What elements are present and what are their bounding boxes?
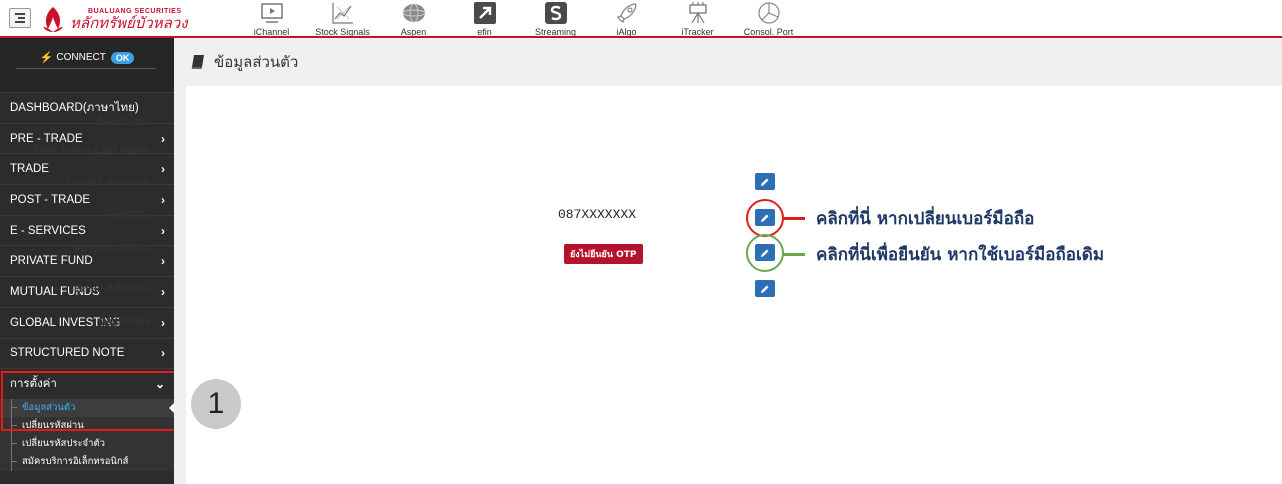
settings-submenu: ข้อมูลส่วนตัว เปลี่ยนรหัสผ่าน เปลี่ยนรหั…: [0, 398, 174, 471]
chevron-down-icon: ⌄: [154, 377, 165, 392]
menu-line-icon: [15, 13, 25, 15]
submenu-item-change-password[interactable]: เปลี่ยนรหัสผ่าน: [0, 416, 174, 435]
chevron-right-icon: ›: [161, 192, 165, 207]
connection-status: ⚡ CONNECT OK: [0, 38, 174, 92]
name-th-label: ชื่อ-นามสกุล: [95, 117, 150, 128]
edit-mobile-button[interactable]: [755, 209, 775, 226]
chevron-right-icon: ›: [161, 254, 165, 269]
app-itracker[interactable]: iTracker: [662, 0, 733, 38]
pencil-icon: [761, 285, 769, 293]
connection-ok-badge: OK: [110, 51, 135, 64]
nav-item-settings[interactable]: การตั้งค่า ⌄: [0, 368, 174, 399]
otp-status-badge: ยังไม่ยืนยัน OTP: [564, 244, 643, 264]
row-mobile: เบอร์มือถือ: [104, 205, 886, 225]
brand-name-th: หลักทรัพย์บัวหลวง: [70, 13, 188, 32]
mobile-label: เบอร์มือถือ: [104, 211, 150, 222]
pencil-icon: [761, 249, 769, 257]
connect-label: CONNECT: [56, 52, 106, 63]
app-consol-port[interactable]: Consol. Port: [733, 0, 804, 38]
pie-icon: [757, 2, 780, 24]
page-title: ข้อมูลส่วนตัว: [214, 53, 299, 71]
app-streaming[interactable]: Streaming: [520, 0, 591, 38]
chevron-right-icon: ›: [161, 223, 165, 238]
menu-line-icon: [18, 17, 25, 19]
hamburger-menu-button[interactable]: [9, 8, 31, 28]
step-number-badge: 1: [191, 379, 241, 429]
chevron-right-icon: ›: [161, 315, 165, 330]
submenu-item-e-services-signup[interactable]: สมัครบริการอิเล็กทรอนิกส์: [0, 452, 174, 471]
row-address: ที่อยู่ที่ติดต่อ: [99, 311, 886, 331]
row-default-account: Default Account: [66, 172, 886, 192]
menu-line-icon: [15, 21, 25, 23]
chevron-right-icon: ›: [161, 346, 165, 361]
edit-default-account-button[interactable]: [755, 173, 775, 190]
row-name-th: ชื่อ-นามสกุล: [96, 111, 886, 131]
change-mobile-callout: คลิกที่นี่ หากเปลี่ยนเบอร์มือถือ: [816, 209, 1035, 229]
rocket-icon: [616, 3, 637, 24]
top-bar: BUALUANG SECURITIES หลักทรัพย์บัวหลวง iC…: [0, 0, 1282, 38]
page-header: ข้อมูลส่วนตัว: [174, 38, 1282, 86]
email-label: Email Address: [73, 283, 150, 295]
default-account-label: Default Account: [66, 176, 150, 188]
address-label: ที่อยู่ที่ติดต่อ: [99, 317, 150, 328]
tracker-icon: [688, 2, 707, 24]
profile-card: ชื่อ-นามสกุล First Name-Last Name Defaul…: [34, 86, 1282, 484]
app-aspen[interactable]: Aspen: [378, 0, 449, 38]
nav-item-structured-note[interactable]: STRUCTURED NOTE ›: [0, 337, 174, 369]
book-icon: [191, 55, 204, 69]
row-name-en: First Name-Last Name: [34, 140, 886, 160]
chevron-right-icon: ›: [161, 131, 165, 146]
arrow-box-icon: [473, 2, 496, 24]
chart-grid-icon: [331, 3, 353, 24]
chevron-right-icon: ›: [161, 162, 165, 177]
row-mobile-status: สถานะเบอร์มือถือ: [74, 238, 886, 258]
app-stock-signals[interactable]: Stock Signals: [307, 0, 378, 38]
submenu-item-change-pin[interactable]: เปลี่ยนรหัสประจำตัว: [0, 434, 174, 453]
lotus-logo-icon: [43, 7, 63, 32]
app-ialgo[interactable]: iAlgo: [591, 0, 662, 38]
edit-email-button[interactable]: [755, 280, 775, 297]
app-ichannel[interactable]: iChannel: [236, 0, 307, 38]
s-box-icon: [544, 2, 567, 24]
app-launcher: iChannel Stock Signals Aspen efin Stream…: [236, 0, 804, 38]
change-mobile-leader-line: [783, 217, 805, 220]
lightning-icon: ⚡: [39, 52, 54, 64]
play-screen-icon: [260, 3, 283, 23]
main-content: ข้อมูลส่วนตัว ชื่อ-นามสกุล First Name-La…: [34, 38, 1282, 484]
sidebar: ⚡ CONNECT OK DASHBOARD(ภาษาไทย) PRE - TR…: [0, 38, 174, 484]
submenu-item-personal-info[interactable]: ข้อมูลส่วนตัว: [0, 398, 174, 417]
globe-icon: [402, 3, 425, 23]
pencil-icon: [761, 214, 769, 222]
divider: [16, 68, 156, 69]
mobile-status-label: สถานะเบอร์มือถือ: [74, 244, 150, 255]
confirm-mobile-leader-line: [783, 253, 805, 256]
row-email: Email Address: [74, 279, 886, 299]
name-en-label: First Name-Last Name: [33, 144, 150, 156]
confirm-mobile-callout: คลิกที่นี่เพื่อยืนยัน หากใช้เบอร์มือถือเ…: [816, 245, 1105, 265]
chevron-right-icon: ›: [161, 284, 165, 299]
pencil-icon: [761, 178, 769, 186]
app-efin[interactable]: efin: [449, 0, 520, 38]
brand-logo[interactable]: BUALUANG SECURITIES หลักทรัพย์บัวหลวง: [40, 3, 188, 35]
mobile-value: 087XXXXXXX: [558, 207, 637, 222]
confirm-mobile-button[interactable]: [755, 244, 775, 261]
